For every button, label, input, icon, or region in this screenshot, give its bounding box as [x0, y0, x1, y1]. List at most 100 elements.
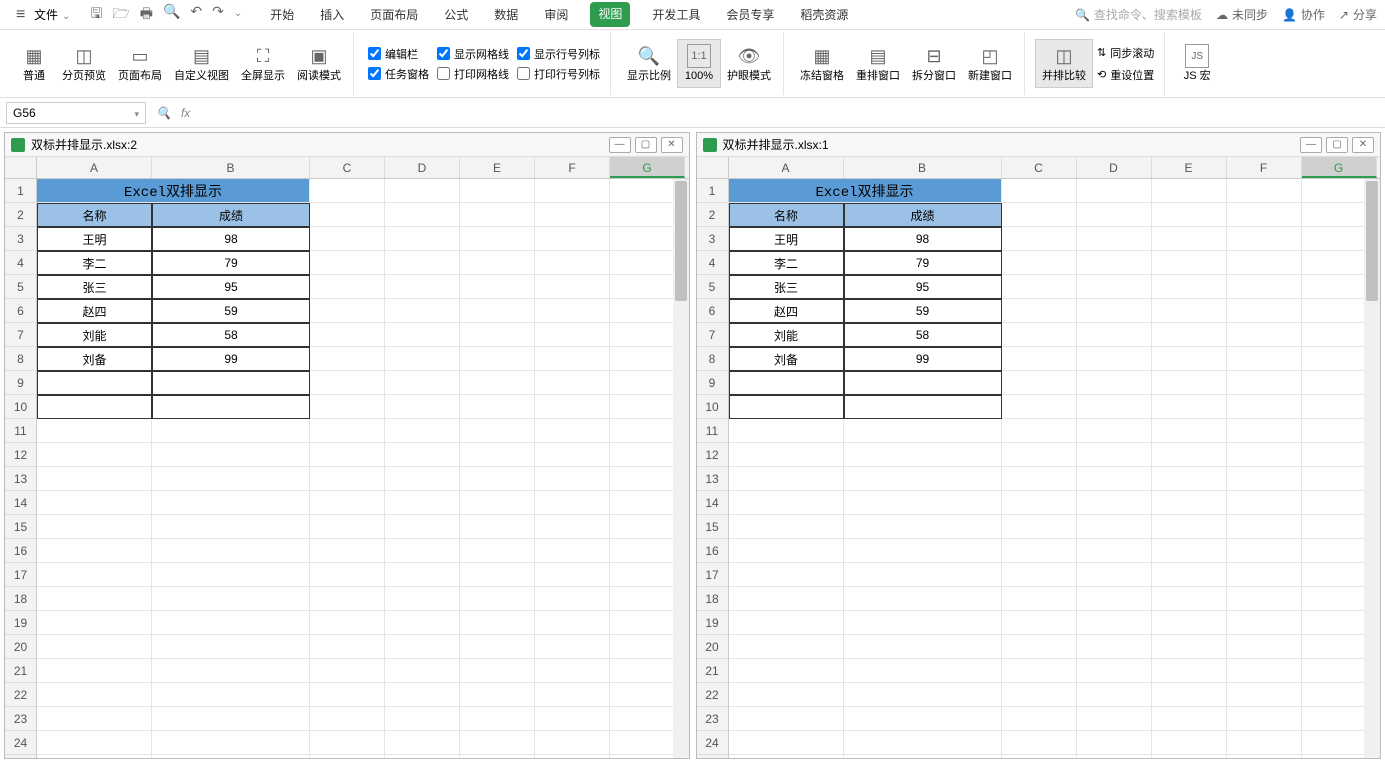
cell[interactable] [535, 491, 610, 515]
row-header-2[interactable]: 2 [5, 203, 36, 227]
cell[interactable] [535, 611, 610, 635]
custom-view-button[interactable]: ▤自定义视图 [168, 40, 235, 86]
col-header-D[interactable]: D [385, 157, 460, 178]
col-header-F[interactable]: F [535, 157, 610, 178]
name-box-dropdown-icon[interactable] [134, 106, 139, 120]
row-header-19[interactable]: 19 [5, 611, 36, 635]
cell[interactable] [460, 467, 535, 491]
row-header-7[interactable]: 7 [697, 323, 728, 347]
cell[interactable] [729, 587, 844, 611]
chk-task-pane[interactable]: 任务窗格 [368, 66, 429, 82]
cell[interactable]: 成绩 [844, 203, 1002, 227]
chk-task-pane-input[interactable] [368, 67, 381, 80]
row-header-21[interactable]: 21 [697, 659, 728, 683]
cell[interactable] [152, 683, 310, 707]
cell[interactable] [535, 707, 610, 731]
cell[interactable] [729, 395, 844, 419]
freeze-button[interactable]: ▦冻结窗格 [794, 40, 850, 86]
cell[interactable] [310, 467, 385, 491]
cell[interactable] [37, 659, 152, 683]
cell[interactable] [1077, 179, 1152, 203]
cell[interactable] [310, 515, 385, 539]
vertical-scrollbar[interactable] [1364, 179, 1380, 758]
row-header-20[interactable]: 20 [5, 635, 36, 659]
cell[interactable] [729, 635, 844, 659]
row-header-18[interactable]: 18 [697, 587, 728, 611]
col-header-C[interactable]: C [1002, 157, 1077, 178]
cell[interactable] [1152, 659, 1227, 683]
cell[interactable] [37, 371, 152, 395]
cell[interactable] [1152, 515, 1227, 539]
col-header-B[interactable]: B [152, 157, 310, 178]
cell[interactable] [460, 659, 535, 683]
cell[interactable] [1227, 275, 1302, 299]
cell[interactable] [37, 491, 152, 515]
command-search[interactable]: 🔍 查找命令、搜索模板 [1075, 6, 1202, 23]
cell[interactable] [1152, 443, 1227, 467]
cell[interactable] [1152, 395, 1227, 419]
row-header-23[interactable]: 23 [5, 707, 36, 731]
row-header-12[interactable]: 12 [5, 443, 36, 467]
cell[interactable] [310, 563, 385, 587]
cell[interactable]: 赵四 [37, 299, 152, 323]
col-header-G[interactable]: G [610, 157, 685, 178]
cell[interactable] [535, 419, 610, 443]
cell[interactable] [385, 227, 460, 251]
cell[interactable] [1077, 443, 1152, 467]
redo-icon[interactable]: ↷ [212, 3, 224, 27]
row-header-24[interactable]: 24 [697, 731, 728, 755]
cell[interactable]: 79 [152, 251, 310, 275]
cell[interactable] [310, 251, 385, 275]
cell[interactable] [385, 515, 460, 539]
cell[interactable] [1077, 251, 1152, 275]
row-header-2[interactable]: 2 [697, 203, 728, 227]
cell[interactable] [1152, 179, 1227, 203]
row-header-21[interactable]: 21 [5, 659, 36, 683]
cell[interactable] [1227, 227, 1302, 251]
cell[interactable] [152, 419, 310, 443]
cell[interactable] [1152, 203, 1227, 227]
cell[interactable] [1077, 395, 1152, 419]
cell[interactable] [460, 251, 535, 275]
cell[interactable] [37, 731, 152, 755]
cell[interactable] [535, 515, 610, 539]
row-header-8[interactable]: 8 [5, 347, 36, 371]
row-header-22[interactable]: 22 [5, 683, 36, 707]
cell[interactable] [535, 659, 610, 683]
close-button[interactable]: ✕ [1352, 137, 1374, 153]
cell[interactable] [460, 275, 535, 299]
js-macro-button[interactable]: JSJS 宏 [1175, 40, 1219, 86]
chk-print-grid-input[interactable] [437, 67, 450, 80]
cell[interactable] [1077, 587, 1152, 611]
cell[interactable] [1077, 299, 1152, 323]
tab-start[interactable]: 开始 [266, 2, 298, 27]
cell[interactable] [310, 659, 385, 683]
cell[interactable] [1077, 275, 1152, 299]
cell[interactable] [310, 299, 385, 323]
cell[interactable] [152, 587, 310, 611]
cell[interactable] [729, 419, 844, 443]
cell[interactable]: 79 [844, 251, 1002, 275]
scrollbar-thumb[interactable] [1366, 181, 1378, 301]
tab-data[interactable]: 数据 [490, 2, 522, 27]
cell[interactable] [37, 587, 152, 611]
cell[interactable] [1002, 491, 1077, 515]
chk-show-rowcol-input[interactable] [517, 47, 530, 60]
cell[interactable] [1227, 467, 1302, 491]
row-header-24[interactable]: 24 [5, 731, 36, 755]
tab-review[interactable]: 审阅 [540, 2, 572, 27]
cell[interactable] [1002, 587, 1077, 611]
row-header-1[interactable]: 1 [697, 179, 728, 203]
row-header-25[interactable]: 25 [697, 755, 728, 758]
cell[interactable] [152, 755, 310, 758]
cell[interactable]: 王明 [37, 227, 152, 251]
cell[interactable] [385, 395, 460, 419]
cell[interactable] [460, 347, 535, 371]
cell[interactable] [535, 755, 610, 758]
cell[interactable] [1002, 251, 1077, 275]
cell[interactable] [1077, 683, 1152, 707]
cell[interactable] [729, 539, 844, 563]
cell[interactable] [1227, 563, 1302, 587]
cell[interactable]: 王明 [729, 227, 844, 251]
new-window-button[interactable]: ◰新建窗口 [962, 40, 1018, 86]
